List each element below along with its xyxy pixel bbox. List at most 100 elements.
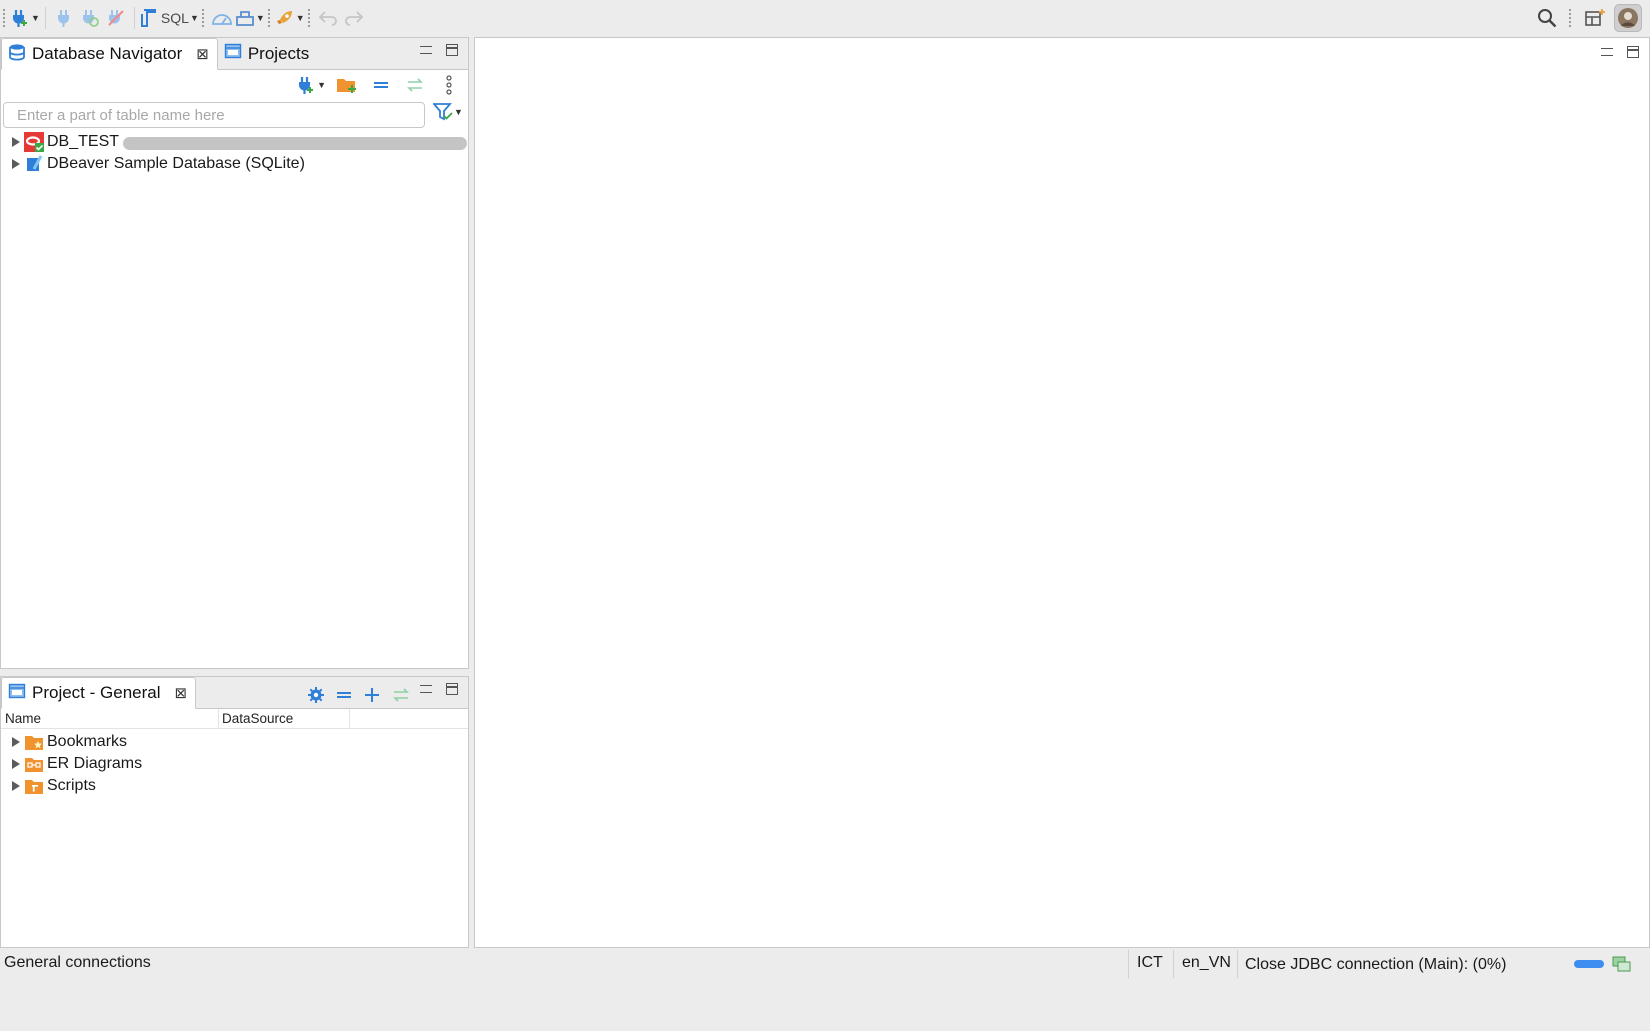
dashboard-button[interactable] [209, 5, 235, 31]
toolbar-grip[interactable] [200, 8, 205, 28]
expand-icon[interactable] [12, 137, 20, 147]
toolbar-grip[interactable] [2, 8, 6, 28]
tree-item-er-diagrams[interactable]: ER Diagrams [1, 753, 468, 775]
toolbar-grip[interactable] [266, 8, 271, 28]
project-icon [8, 682, 26, 705]
chevron-down-icon[interactable]: ▼ [256, 13, 265, 23]
minimize-icon[interactable] [420, 46, 432, 54]
status-divider [1128, 950, 1129, 978]
link-with-editor-button[interactable] [402, 72, 428, 98]
tree-item-label: Bookmarks [47, 733, 128, 750]
maximize-icon[interactable] [446, 683, 458, 695]
status-locale[interactable]: en_VN [1182, 954, 1231, 972]
tree-item-label: DBeaver Sample Database (SQLite) [47, 155, 305, 172]
maximize-icon[interactable] [446, 44, 458, 56]
back-button[interactable] [315, 5, 341, 31]
chevron-down-icon[interactable]: ▼ [317, 80, 326, 90]
tree-item-scripts[interactable]: Scripts [1, 775, 468, 797]
filter-icon [433, 103, 453, 121]
status-divider [1237, 950, 1238, 978]
maximize-icon[interactable] [1627, 46, 1639, 58]
panel-window-controls [420, 44, 458, 56]
task-icon [235, 9, 255, 27]
new-connection-button[interactable]: ▼ [296, 72, 326, 98]
expand-all-button[interactable] [363, 682, 381, 708]
collapse-all-button[interactable] [335, 682, 353, 708]
tab-database-navigator[interactable]: Database Navigator ⊠ [1, 38, 218, 70]
project-tree: Bookmarks ER Diagrams Scripts [1, 729, 468, 797]
chevron-down-icon[interactable]: ▼ [190, 13, 199, 23]
column-header-datasource[interactable]: DataSource [219, 709, 350, 728]
sql-label: SQL [160, 10, 189, 26]
task-button[interactable]: ▼ [235, 5, 265, 31]
minimize-icon[interactable] [420, 685, 432, 693]
chevron-down-icon[interactable]: ▼ [296, 13, 305, 23]
editor-window-controls [1601, 46, 1639, 58]
reconnect-button[interactable] [77, 5, 103, 31]
oracle-connection-icon [24, 132, 44, 152]
tab-label: Project - General [32, 683, 161, 702]
project-column-header: Name DataSource [1, 709, 468, 729]
bookmarks-folder-icon [24, 732, 44, 752]
navigator-tree: DB_TEST DBeaver Sample Database (SQLite) [1, 130, 468, 175]
new-folder-button[interactable] [334, 72, 360, 98]
chevron-down-icon[interactable]: ▼ [454, 107, 463, 117]
settings-button[interactable] [307, 682, 325, 708]
tab-label: Database Navigator [32, 44, 183, 63]
expand-icon[interactable] [12, 759, 20, 769]
forward-icon [343, 9, 365, 27]
expand-icon[interactable] [12, 159, 20, 169]
minimize-icon[interactable] [1601, 48, 1613, 56]
back-icon [317, 9, 339, 27]
sql-editor-icon [140, 8, 158, 28]
expand-icon[interactable] [12, 781, 20, 791]
filter-button[interactable]: ▼ [433, 103, 463, 121]
panel-window-controls [420, 683, 458, 695]
link-with-editor-button[interactable] [391, 682, 411, 708]
new-connection-icon [299, 77, 314, 94]
tree-item-sample-database[interactable]: DBeaver Sample Database (SQLite) [1, 153, 468, 175]
sqlite-icon [24, 154, 44, 174]
launch-button[interactable]: ▼ [275, 5, 305, 31]
more-vertical-icon [446, 75, 452, 95]
task-progress-bar[interactable] [1574, 960, 1604, 968]
toolbar-grip[interactable] [1568, 8, 1572, 28]
view-menu-button[interactable] [436, 72, 462, 98]
forward-button[interactable] [341, 5, 367, 31]
status-timezone[interactable]: ICT [1137, 954, 1163, 972]
expand-icon[interactable] [12, 737, 20, 747]
status-divider [1173, 950, 1174, 978]
close-icon[interactable]: ⊠ [175, 684, 188, 702]
tree-item-db-test[interactable]: DB_TEST [1, 131, 468, 153]
navigator-filter-row: ▼ [1, 100, 468, 130]
project-general-panel: Project - General ⊠ Name DataSource Book… [0, 676, 469, 948]
link-with-editor-icon [407, 78, 423, 92]
avatar[interactable] [1614, 4, 1642, 32]
table-name-filter-input[interactable] [3, 102, 425, 128]
toolbar-separator [44, 7, 46, 29]
connect-button[interactable] [51, 5, 77, 31]
link-with-editor-icon [393, 688, 409, 702]
new-connection-icon [10, 8, 30, 28]
tab-label: Projects [247, 43, 310, 63]
toolbar-right [1534, 4, 1642, 32]
tab-projects[interactable]: Projects [218, 38, 317, 69]
tab-project-general[interactable]: Project - General ⊠ [1, 677, 197, 709]
search-button[interactable] [1534, 5, 1560, 31]
perspective-button[interactable] [1582, 5, 1608, 31]
chevron-down-icon[interactable]: ▼ [31, 13, 40, 23]
sql-editor-button[interactable]: SQL ▼ [140, 5, 199, 31]
main-toolbar: ▼ SQL ▼ ▼ ▼ [0, 0, 1650, 36]
disconnect-button[interactable] [103, 5, 129, 31]
navigator-subtoolbar: ▼ [1, 70, 468, 100]
tree-item-bookmarks[interactable]: Bookmarks [1, 731, 468, 753]
scripts-folder-icon [24, 776, 44, 796]
connect-icon [55, 8, 73, 28]
toolbar-grip[interactable] [306, 8, 311, 28]
collapse-all-button[interactable] [368, 72, 394, 98]
column-header-name[interactable]: Name [1, 709, 219, 728]
close-icon[interactable]: ⊠ [196, 45, 209, 63]
background-tasks-icon[interactable] [1612, 955, 1632, 978]
toolbar-separator [133, 7, 135, 29]
new-connection-button[interactable]: ▼ [10, 5, 40, 31]
